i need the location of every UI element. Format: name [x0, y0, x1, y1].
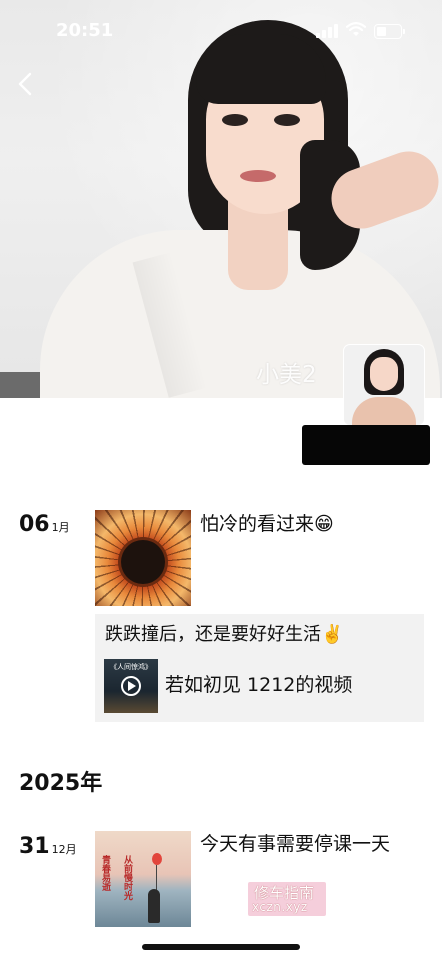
thumb-poem-left: 青春易逝	[100, 855, 110, 891]
girl-silhouette	[148, 889, 160, 923]
shared-video-post[interactable]: 跌跌撞后，还是要好好生活✌️ 《人间惊鸿》 若如初见 1212的视频	[95, 614, 424, 722]
cover-eye-left	[222, 114, 248, 126]
signal-icon	[316, 24, 340, 38]
post-date-dec: 31 12月	[19, 834, 77, 859]
post-image-sea[interactable]: 青春易逝 从前慢时光	[95, 831, 191, 927]
cover-eye-right	[274, 114, 300, 126]
share-post-text: 跌跌撞后，还是要好好生活✌️	[105, 624, 344, 645]
watermark-line2: xczn.xyz	[252, 900, 308, 914]
avatar-body	[352, 397, 416, 425]
wifi-icon	[346, 22, 366, 36]
avatar[interactable]	[344, 345, 424, 425]
play-icon	[121, 676, 141, 696]
back-icon[interactable]	[12, 70, 40, 98]
post-date: 06 1月	[19, 512, 70, 537]
share-video-thumbnail[interactable]: 《人间惊鸿》	[104, 659, 158, 713]
status-icons	[316, 22, 406, 42]
cover-photo[interactable]	[0, 0, 442, 398]
share-video-title: 若如初见 1212的视频	[165, 674, 353, 696]
post-date-day: 31	[19, 834, 50, 859]
post-date-day: 06	[19, 512, 50, 537]
share-thumb-caption: 《人间惊鸿》	[110, 663, 152, 671]
post-text-dec[interactable]: 今天有事需要停课一天	[200, 830, 415, 858]
post-date-month: 12月	[51, 843, 77, 856]
post-date-month: 1月	[51, 521, 70, 534]
post-text[interactable]: 怕冷的看过来😁	[200, 510, 420, 538]
heater-center	[121, 540, 165, 584]
status-time: 20:51	[56, 20, 114, 41]
home-indicator[interactable]	[142, 944, 300, 950]
post-image-heater[interactable]	[95, 510, 191, 606]
battery-icon	[374, 24, 405, 39]
watermark: 修车指南 xczn.xyz	[248, 882, 326, 916]
balloon-string	[156, 865, 157, 891]
cover-bangs	[196, 34, 326, 104]
redacted-signature	[302, 425, 430, 465]
year-divider: 2025年	[19, 771, 103, 796]
profile-name: 小美2	[256, 362, 317, 388]
cover-lips	[240, 170, 276, 182]
thumb-poem-right: 从前慢时光	[122, 855, 132, 900]
avatar-face	[370, 357, 398, 391]
balloon	[152, 853, 162, 865]
